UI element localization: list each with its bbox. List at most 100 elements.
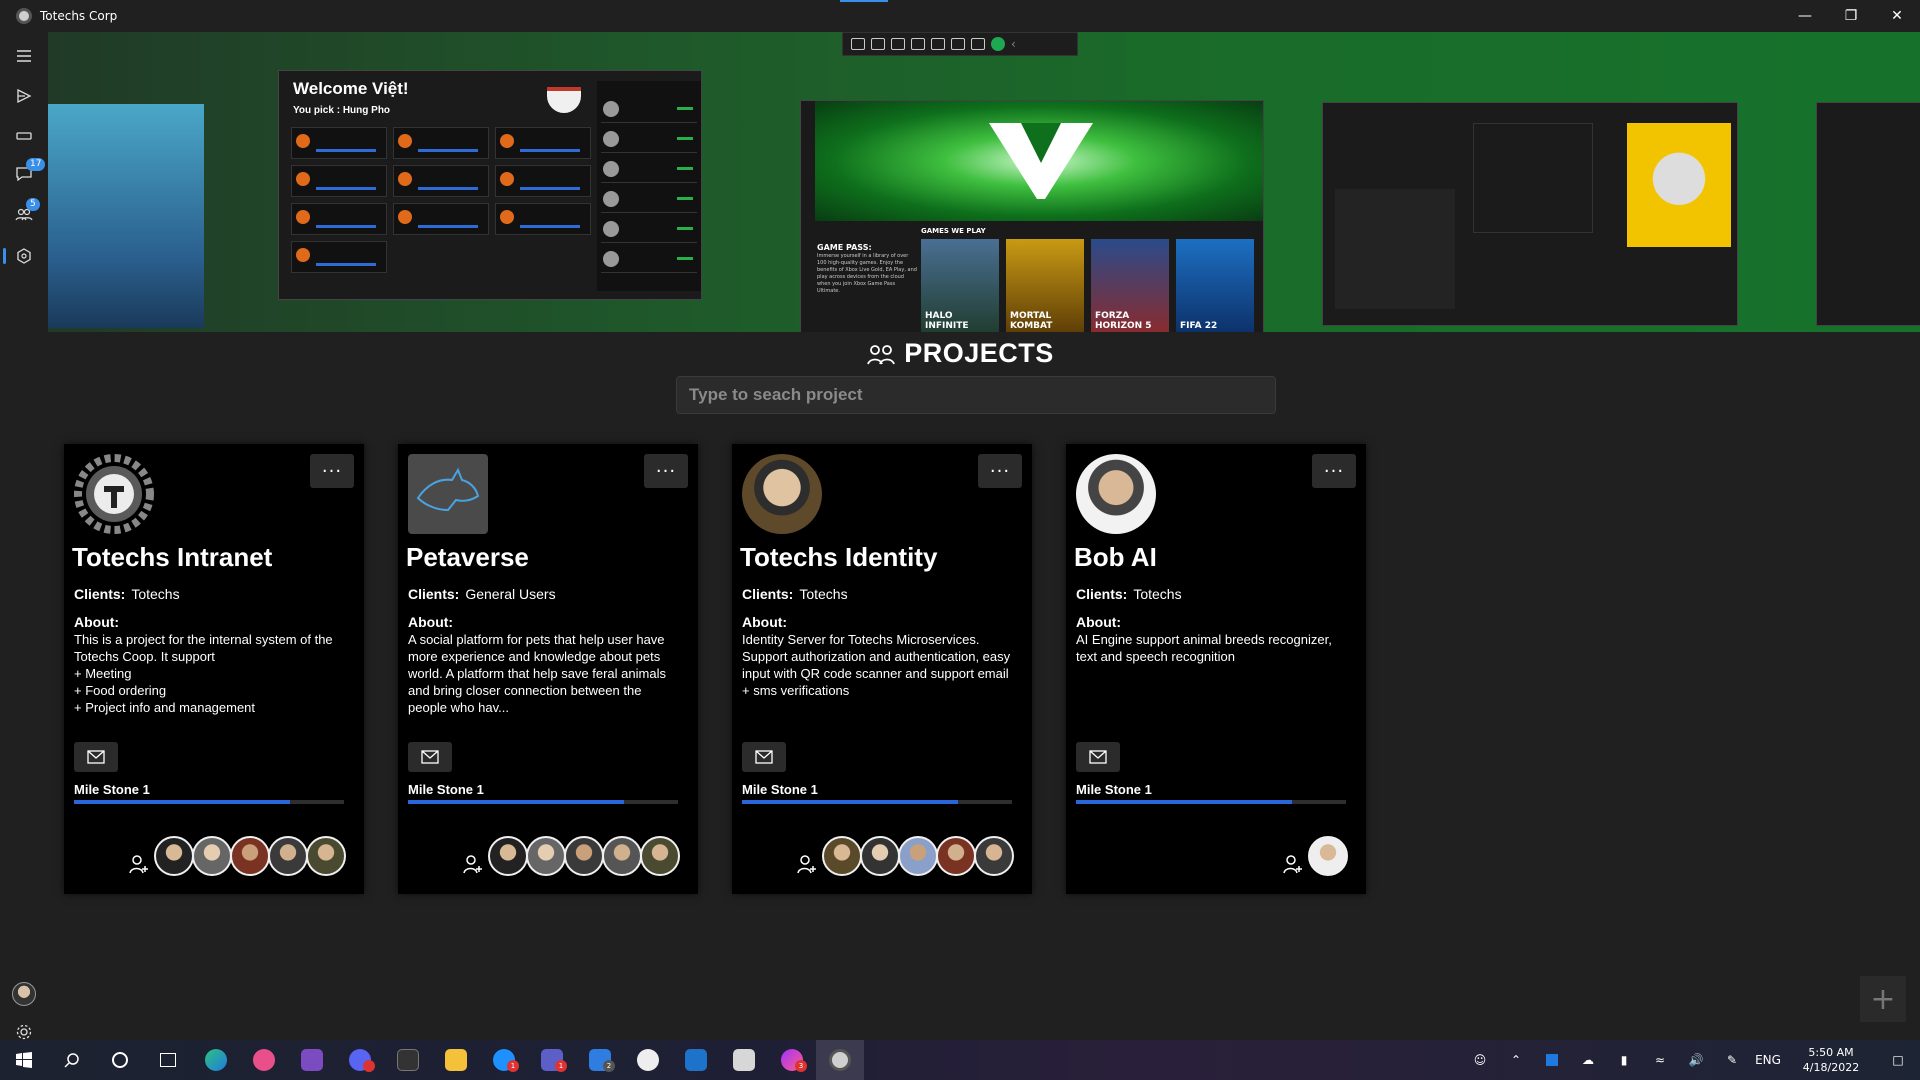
task-view-button[interactable] <box>144 1040 192 1080</box>
milestone-progress <box>742 800 1012 804</box>
more-options-button[interactable]: ··· <box>310 454 354 488</box>
minimize-button[interactable]: — <box>1782 0 1828 32</box>
close-button[interactable]: ✕ <box>1874 0 1920 32</box>
more-options-button[interactable]: ··· <box>1312 454 1356 488</box>
nav-item-projects[interactable] <box>0 238 48 274</box>
notification-icon[interactable]: □ <box>1876 1040 1920 1080</box>
battery-icon[interactable]: ▮ <box>1606 1040 1642 1080</box>
clock[interactable]: 5:50 AM 4/18/2022 <box>1786 1045 1876 1075</box>
taskbar-app-dribbble[interactable] <box>240 1040 288 1080</box>
game-tile[interactable]: HALO INFINITE <box>921 239 999 332</box>
avatar[interactable] <box>974 836 1014 876</box>
nav-item-team[interactable]: 5 <box>0 196 48 232</box>
team-badge: 5 <box>26 198 40 211</box>
cortana-button[interactable] <box>96 1040 144 1080</box>
nav-item-send[interactable] <box>0 78 48 114</box>
people-icon[interactable]: ☺ <box>1462 1040 1498 1080</box>
add-member-icon[interactable] <box>796 853 818 875</box>
project-card[interactable]: ··· Petaverse Clients: General Users Abou… <box>398 444 698 894</box>
chevron-left-icon[interactable]: ‹ <box>1011 37 1016 51</box>
taskbar-app-visual-studio[interactable] <box>288 1040 336 1080</box>
nav-item-chat[interactable]: 17 <box>0 156 48 192</box>
avatar[interactable] <box>602 836 642 876</box>
banner-slide-games[interactable]: GAME PASS: Immerse yourself in a library… <box>800 100 1264 332</box>
avatar[interactable] <box>526 836 566 876</box>
nav-item-tickets[interactable] <box>0 118 48 154</box>
taskbar-app-edge[interactable] <box>192 1040 240 1080</box>
pointer-icon[interactable] <box>891 38 905 50</box>
banner-slide-profile[interactable] <box>1322 102 1738 326</box>
banner-slide-welcome[interactable]: Welcome Việt! You pick : Hung Pho <box>278 70 702 300</box>
taskbar-app-messenger[interactable]: 3 <box>768 1040 816 1080</box>
project-card[interactable]: ··· Bob AI Clients: Totechs About: AI Eng… <box>1066 444 1366 894</box>
add-member-icon[interactable] <box>128 853 150 875</box>
add-project-button[interactable]: + <box>1860 976 1906 1022</box>
camera-icon[interactable] <box>871 38 885 50</box>
frame-icon[interactable] <box>911 38 925 50</box>
defender-icon[interactable] <box>1534 1040 1570 1080</box>
clients-label: Clients: <box>408 586 460 602</box>
project-card[interactable]: ··· Totechs Intranet Clients: Totechs Abo… <box>64 444 364 894</box>
taskbar-app-totechs-corp[interactable] <box>816 1040 864 1080</box>
user-avatar-button[interactable] <box>0 976 48 1012</box>
search-button[interactable] <box>48 1040 96 1080</box>
avatar[interactable] <box>898 836 938 876</box>
check-icon[interactable] <box>991 37 1005 51</box>
taskbar-app-azure-data-studio[interactable] <box>672 1040 720 1080</box>
avatar[interactable] <box>1308 836 1348 876</box>
pen-icon[interactable]: ✎ <box>1714 1040 1750 1080</box>
language-indicator[interactable]: ENG <box>1750 1040 1786 1080</box>
milestone-progress <box>408 800 678 804</box>
sync-icon[interactable] <box>971 38 985 50</box>
maximize-button[interactable]: ❐ <box>1828 0 1874 32</box>
game-tile[interactable]: MORTAL KOMBAT <box>1006 239 1084 332</box>
taskbar-app-github[interactable] <box>624 1040 672 1080</box>
list-item <box>601 217 697 243</box>
volume-icon[interactable]: 🔊 <box>1678 1040 1714 1080</box>
record-icon[interactable] <box>851 38 865 50</box>
avatar[interactable] <box>154 836 194 876</box>
messenger-badge: 3 <box>795 1060 807 1072</box>
avatar[interactable] <box>936 836 976 876</box>
mail-button[interactable] <box>408 742 452 772</box>
taskbar-app-todo[interactable]: 2 <box>576 1040 624 1080</box>
menu-button[interactable] <box>0 38 48 74</box>
add-member-icon[interactable] <box>1282 853 1304 875</box>
banner-slide-next[interactable] <box>1816 102 1920 326</box>
avatar[interactable] <box>860 836 900 876</box>
clients-label: Clients: <box>1076 586 1128 602</box>
mail-button[interactable] <box>742 742 786 772</box>
more-options-button[interactable]: ··· <box>978 454 1022 488</box>
avatar[interactable] <box>268 836 308 876</box>
avatar[interactable] <box>564 836 604 876</box>
avatar[interactable] <box>306 836 346 876</box>
avatar[interactable] <box>640 836 680 876</box>
region-icon[interactable] <box>951 38 965 50</box>
game-tile[interactable]: FIFA 22 <box>1176 239 1254 332</box>
taskbar-app-terminal[interactable] <box>384 1040 432 1080</box>
taskbar-app-file-explorer[interactable] <box>432 1040 480 1080</box>
search-input[interactable] <box>676 376 1276 414</box>
taskbar-app-discord[interactable] <box>336 1040 384 1080</box>
game-tile[interactable]: FORZA HORIZON 5 <box>1091 239 1169 332</box>
avatar[interactable] <box>230 836 270 876</box>
nav-rail: 17 5 <box>0 32 48 1040</box>
chevron-up-icon[interactable]: ⌃ <box>1498 1040 1534 1080</box>
mail-button[interactable] <box>1076 742 1120 772</box>
project-card[interactable]: ··· Totechs Identity Clients: Totechs Abo… <box>732 444 1032 894</box>
window-icon[interactable] <box>931 38 945 50</box>
taskbar-app-briefcase[interactable] <box>720 1040 768 1080</box>
wifi-icon[interactable]: ≈ <box>1642 1040 1678 1080</box>
taskbar-app-skype[interactable]: 1 <box>480 1040 528 1080</box>
folder-icon <box>445 1049 467 1071</box>
avatar[interactable] <box>192 836 232 876</box>
taskbar-app-teams[interactable]: 1 <box>528 1040 576 1080</box>
cloud-icon[interactable]: ☁ <box>1570 1040 1606 1080</box>
add-member-icon[interactable] <box>462 853 484 875</box>
windows-start-button[interactable] <box>0 1040 48 1080</box>
mail-button[interactable] <box>74 742 118 772</box>
more-options-button[interactable]: ··· <box>644 454 688 488</box>
banner-slide-prev[interactable] <box>48 104 204 328</box>
avatar[interactable] <box>488 836 528 876</box>
avatar[interactable] <box>822 836 862 876</box>
